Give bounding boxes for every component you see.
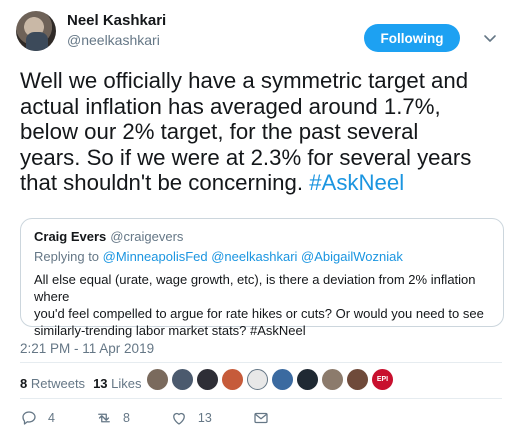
liker-avatar[interactable] [347,369,368,390]
likes-stat[interactable]: 13 Likes [93,376,141,391]
retweets-label: Retweets [30,376,86,391]
liker-avatar[interactable] [247,369,268,390]
quoted-tweet[interactable]: Craig Evers @craigevers Replying to @Minn… [20,218,504,338]
quoted-author-handle: @craigevers [110,229,184,244]
like-button[interactable]: 13 [170,409,212,427]
author-handle[interactable]: @neelkashkari [67,32,160,48]
quoted-author[interactable]: Craig Evers @craigevers [34,229,183,244]
direct-message-button[interactable] [252,409,270,427]
replying-to-handles[interactable]: @MinneapolisFed @neelkashkari @AbigailWo… [103,249,403,264]
replying-to-prefix: Replying to [34,249,103,264]
liker-avatar[interactable] [297,369,318,390]
liker-avatar[interactable] [147,369,168,390]
engagement-stats: 8 Retweets 13 Likes [20,376,142,391]
retweet-icon [98,413,110,423]
quoted-author-name: Craig Evers [34,229,107,244]
retweet-count: 8 [122,411,130,425]
likes-count: 13 [93,376,108,391]
hashtag-link[interactable]: #AskNeel [309,170,404,195]
liker-avatar[interactable] [322,369,343,390]
quoted-tweet-text: All else equal (urate, wage growth, etc)… [34,272,484,338]
divider [20,398,502,399]
author-name[interactable]: Neel Kashkari [67,12,166,29]
author-avatar[interactable] [16,11,56,51]
chevron-down-icon[interactable] [482,30,498,46]
retweets-stat[interactable]: 8 Retweets [20,376,85,391]
replying-to: Replying to @MinneapolisFed @neelkashkar… [34,249,403,264]
following-button[interactable]: Following [364,24,460,52]
tweet-actions: 4 8 13 [20,409,310,427]
liker-avatar[interactable]: EPI [372,369,393,390]
reply-button[interactable]: 4 [20,409,55,427]
liker-avatar[interactable] [197,369,218,390]
message-icon [254,412,268,424]
divider [20,362,502,363]
liker-avatar[interactable] [222,369,243,390]
liker-avatar[interactable] [272,369,293,390]
retweet-button[interactable]: 8 [95,409,130,427]
likes-label: Likes [111,376,142,391]
liker-avatar[interactable] [172,369,193,390]
tweet-text: Well we officially have a symmetric targ… [20,68,500,196]
heart-icon [173,412,185,425]
retweets-count: 8 [20,376,28,391]
liker-avatars: EPI [147,369,393,390]
reply-count: 4 [48,411,55,425]
reply-icon [22,411,36,425]
like-count: 13 [197,411,212,425]
tweet-timestamp[interactable]: 2:21 PM - 11 Apr 2019 [20,341,154,356]
